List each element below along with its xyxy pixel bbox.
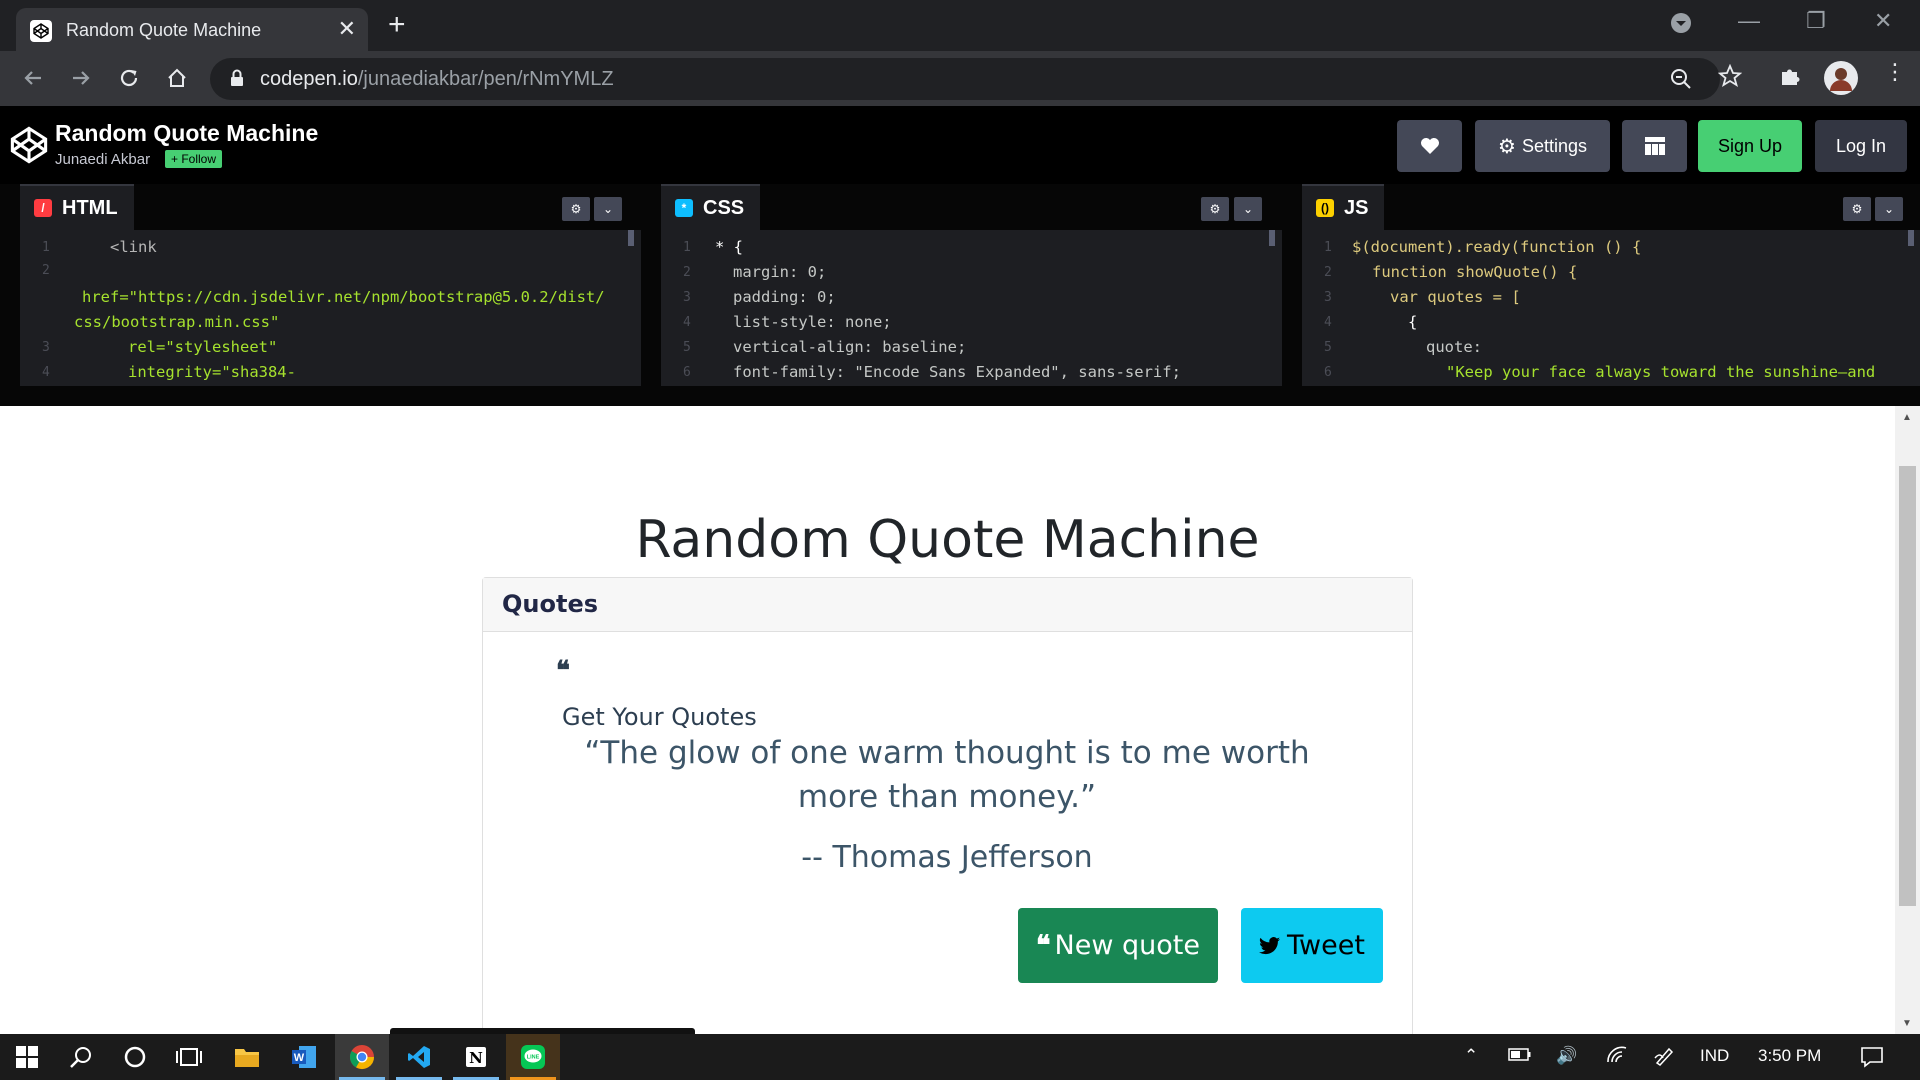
js-editor-tab[interactable]: () JS	[1302, 184, 1385, 230]
svg-text:LINE: LINE	[527, 1055, 540, 1061]
windows-taskbar: W N LINE ⌃ 🔊 IND 3:50 PM	[0, 1034, 1920, 1080]
js-collapse-icon[interactable]: ⌄	[1875, 197, 1903, 221]
browser-tab[interactable]: Random Quote Machine ✕	[16, 8, 368, 51]
html-code[interactable]: 1 <link 2 href="https://cdn.jsdelivr.net…	[20, 230, 641, 386]
page-heading: Random Quote Machine	[635, 510, 1260, 570]
clock-time[interactable]: 3:50 PM	[1758, 1046, 1821, 1066]
battery-icon[interactable]	[1508, 1046, 1532, 1067]
new-quote-button[interactable]: ❝ New quote	[1018, 908, 1218, 983]
codepen-favicon-icon	[30, 20, 52, 42]
css-settings-icon[interactable]: ⚙	[1201, 197, 1229, 221]
layout-grid-icon	[1644, 137, 1665, 155]
heart-icon	[1420, 138, 1439, 154]
restore-icon[interactable]: ❐	[1806, 8, 1826, 34]
code-editors: / HTML ⚙ ⌄ 1 <link 2 href="https://cdn.j…	[0, 184, 1920, 406]
scrollbar-thumb[interactable]	[1899, 466, 1916, 906]
pen-title[interactable]: Random Quote Machine	[55, 120, 318, 147]
home-icon[interactable]	[162, 63, 192, 93]
scroll-up-icon[interactable]: ▲	[1902, 412, 1912, 423]
html-collapse-icon[interactable]: ⌄	[594, 197, 622, 221]
follow-button[interactable]: + Follow	[165, 150, 223, 168]
tab-title: Random Quote Machine	[66, 20, 262, 40]
css-editor-tab[interactable]: * CSS	[661, 184, 761, 230]
zoom-icon[interactable]	[1670, 68, 1692, 95]
scroll-down-icon[interactable]: ▼	[1902, 1018, 1912, 1029]
profile-avatar[interactable]	[1824, 61, 1858, 100]
love-button[interactable]	[1397, 120, 1462, 172]
js-scrollbar[interactable]	[1908, 230, 1914, 246]
svg-text:N: N	[469, 1049, 483, 1067]
quote-author: -- Thomas Jefferson	[801, 840, 1093, 875]
minimize-icon[interactable]: —	[1738, 8, 1760, 34]
html-scrollbar[interactable]	[628, 230, 634, 246]
quote-card: Quotes ❝ Get Your Quotes “The glow of on…	[482, 577, 1413, 1034]
chrome-taskbar-icon[interactable]	[335, 1034, 389, 1080]
css-editor[interactable]: * CSS ⚙ ⌄ 1 * { 2 margin: 0; 3 padding: …	[661, 184, 1282, 386]
card-header: Quotes	[483, 578, 1412, 632]
window-close-icon[interactable]: ✕	[1874, 8, 1892, 34]
notion-icon[interactable]: N	[449, 1034, 503, 1080]
browser-menu-icon[interactable]: ⋮	[1884, 59, 1906, 85]
card-subheading: Get Your Quotes	[562, 703, 757, 731]
change-view-button[interactable]	[1622, 120, 1687, 172]
twitter-icon	[1259, 936, 1281, 954]
word-icon[interactable]: W	[277, 1034, 331, 1080]
cortana-icon[interactable]	[108, 1034, 162, 1080]
js-icon: ()	[1316, 199, 1334, 217]
css-collapse-icon[interactable]: ⌄	[1234, 197, 1262, 221]
url-text: codepen.io/junaediakbar/pen/rNmYMLZ	[260, 68, 614, 90]
new-tab-icon[interactable]: +	[388, 10, 406, 40]
html-editor[interactable]: / HTML ⚙ ⌄ 1 <link 2 href="https://cdn.j…	[20, 184, 641, 386]
html-settings-icon[interactable]: ⚙	[562, 197, 590, 221]
browser-toolbar: codepen.io/junaediakbar/pen/rNmYMLZ ⋮	[0, 51, 1920, 106]
sign-up-button[interactable]: Sign Up	[1698, 120, 1802, 172]
show-hidden-icons-chevron-icon[interactable]: ⌃	[1464, 1046, 1478, 1066]
forward-arrow-icon[interactable]	[66, 63, 96, 93]
task-view-icon[interactable]	[162, 1034, 216, 1080]
reload-icon[interactable]	[114, 63, 144, 93]
quote-left-icon: ❝	[1036, 930, 1051, 961]
bookmark-star-icon[interactable]	[1717, 63, 1743, 93]
lock-icon[interactable]	[230, 69, 244, 92]
css-scrollbar[interactable]	[1269, 230, 1275, 246]
address-bar[interactable]: codepen.io/junaediakbar/pen/rNmYMLZ	[210, 58, 1720, 100]
settings-button[interactable]: ⚙ Settings	[1475, 120, 1610, 172]
quote-text: “The glow of one warm thought is to me w…	[584, 735, 1310, 815]
gear-icon: ⚙	[1498, 135, 1516, 158]
html-icon: /	[34, 199, 52, 217]
back-arrow-icon[interactable]	[18, 63, 48, 93]
log-in-button[interactable]: Log In	[1815, 120, 1907, 172]
line-app-icon[interactable]: LINE	[506, 1034, 560, 1080]
input-language[interactable]: IND	[1700, 1046, 1729, 1066]
codepen-logo-icon[interactable]	[10, 126, 48, 169]
codepen-header: Random Quote Machine Junaedi Akbar + Fol…	[0, 106, 1920, 184]
vscode-icon[interactable]	[392, 1034, 446, 1080]
css-code[interactable]: 1 * { 2 margin: 0; 3 padding: 0; 4 list-…	[661, 230, 1282, 386]
js-code[interactable]: 1 $(document).ready(function () { 2 func…	[1302, 230, 1920, 386]
browser-tab-strip: Random Quote Machine ✕ + — ❐ ✕	[0, 0, 1920, 51]
preview-scrollbar[interactable]: ▲ ▼	[1895, 406, 1920, 1034]
pen-workspace-icon[interactable]	[1654, 1046, 1676, 1071]
html-editor-tab[interactable]: / HTML	[20, 184, 134, 230]
tab-search-icon[interactable]	[1670, 12, 1692, 40]
search-icon[interactable]	[54, 1034, 108, 1080]
js-settings-icon[interactable]: ⚙	[1843, 197, 1871, 221]
tweet-button[interactable]: Tweet	[1241, 908, 1383, 983]
js-editor[interactable]: () JS ⚙ ⌄ 1 $(document).ready(function (…	[1302, 184, 1920, 386]
windows-start-icon[interactable]	[0, 1034, 54, 1080]
notifications-icon[interactable]	[1860, 1046, 1884, 1073]
volume-icon[interactable]: 🔊	[1556, 1046, 1577, 1066]
result-preview: Random Quote Machine Quotes ❝ Get Your Q…	[0, 406, 1920, 1034]
css-icon: *	[675, 199, 693, 217]
file-explorer-icon[interactable]	[220, 1034, 274, 1080]
wifi-icon[interactable]	[1606, 1046, 1628, 1069]
tab-close-icon[interactable]: ✕	[338, 16, 356, 42]
pen-author[interactable]: Junaedi Akbar	[55, 151, 150, 168]
svg-text:W: W	[294, 1052, 305, 1064]
quote-left-icon: ❝	[556, 656, 570, 686]
extensions-puzzle-icon[interactable]	[1778, 64, 1802, 93]
